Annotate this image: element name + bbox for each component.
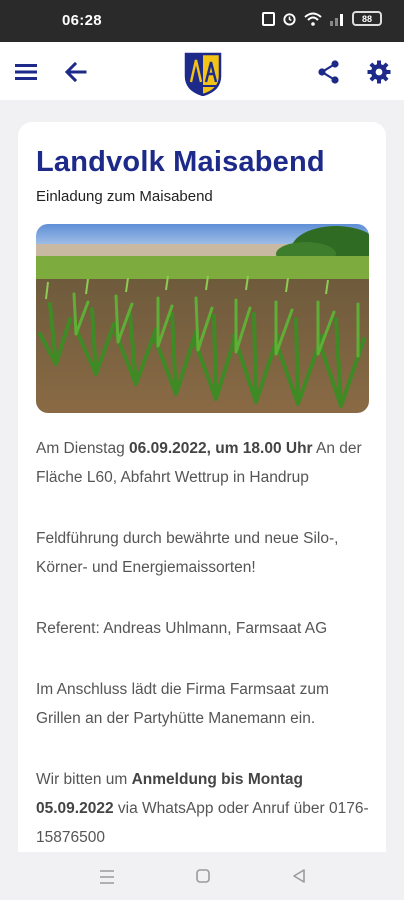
system-back-icon[interactable]	[291, 868, 307, 884]
status-bar: 06:28 88	[0, 0, 404, 42]
article-subtitle: Einladung zum Maisabend	[36, 188, 213, 205]
menu-icon[interactable]	[13, 59, 39, 85]
status-icons: 88	[262, 11, 382, 26]
paragraph-date: Am Dienstag 06.09.2022, um 18.00 Uhr An …	[36, 434, 376, 492]
paragraph-registration: Wir bitten um Anmeldung bis Montag 05.09…	[36, 765, 376, 852]
date-prefix: Am Dienstag	[36, 440, 130, 457]
signal-icon	[330, 13, 343, 26]
gear-icon[interactable]	[366, 59, 392, 85]
registration-prefix: Wir bitten um	[36, 771, 132, 788]
recents-icon[interactable]	[98, 869, 116, 885]
wifi-icon	[304, 12, 322, 26]
article-title: Landvolk Maisabend	[36, 146, 325, 178]
status-time: 06:28	[62, 12, 102, 29]
notification-icon	[262, 11, 275, 26]
paragraph-tour: Feldführung durch bewährte und neue Silo…	[36, 530, 339, 576]
paragraph-speaker: Referent: Andreas Uhlmann, Farmsaat AG	[36, 620, 328, 637]
share-icon[interactable]	[316, 59, 342, 85]
paragraph-grill: Im Anschluss lädt die Firma Farmsaat zum…	[36, 681, 329, 727]
alarm-icon	[283, 13, 296, 26]
article-card: Landvolk Maisabend Einladung zum Maisabe…	[18, 122, 386, 882]
coat-of-arms-logo	[184, 52, 222, 96]
battery-icon: 88	[352, 11, 382, 26]
article-body: Am Dienstag 06.09.2022, um 18.00 Uhr An …	[36, 434, 376, 882]
cornfield-photo[interactable]	[36, 224, 369, 413]
back-arrow-icon[interactable]	[63, 59, 89, 85]
battery-level: 88	[361, 13, 372, 24]
system-nav-bar	[0, 852, 404, 900]
date-time: 06.09.2022, um 18.00 Uhr	[129, 440, 313, 457]
home-icon[interactable]	[195, 868, 211, 884]
